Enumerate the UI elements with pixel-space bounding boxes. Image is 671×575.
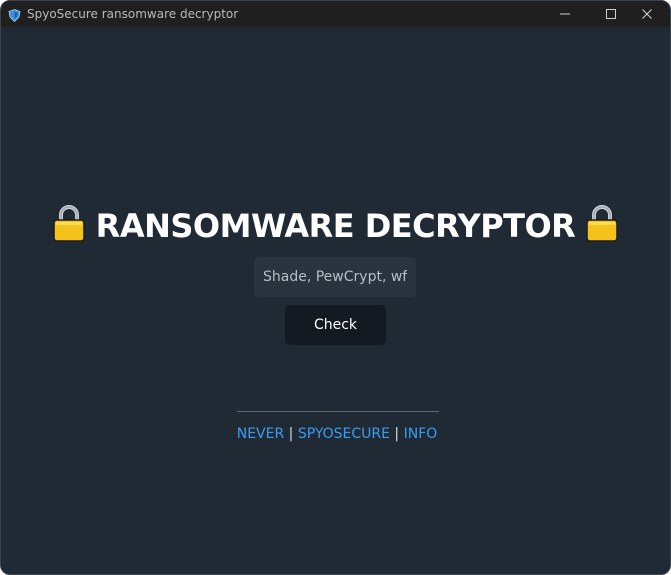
footer-divider (237, 411, 439, 412)
lock-icon (585, 203, 619, 243)
window-title: SpyoSecure ransomware decryptor (27, 7, 239, 21)
app-window: SpyoSecure ransomware decryptor RANSOMWA… (0, 0, 671, 575)
link-separator: | (394, 426, 400, 442)
close-button[interactable] (624, 1, 670, 27)
check-button[interactable]: Check (285, 305, 386, 345)
minimize-icon (560, 13, 570, 15)
app-shield-icon (8, 7, 21, 23)
link-info[interactable]: INFO (404, 426, 438, 442)
link-never[interactable]: NEVER (237, 426, 284, 442)
close-icon (642, 9, 652, 19)
minimize-button[interactable] (542, 1, 588, 27)
maximize-icon (606, 9, 616, 19)
link-separator: | (288, 426, 294, 442)
main-content: RANSOMWARE DECRYPTOR Check NEVER | SPYOS… (1, 27, 670, 574)
footer-links: NEVER | SPYOSECURE | INFO (187, 424, 487, 444)
lock-icon (52, 203, 86, 243)
title-bar[interactable]: SpyoSecure ransomware decryptor (1, 1, 670, 27)
ransomware-name-input[interactable] (254, 257, 416, 297)
page-heading: RANSOMWARE DECRYPTOR (1, 202, 670, 248)
link-spyosecure[interactable]: SPYOSECURE (298, 426, 390, 442)
heading-text: RANSOMWARE DECRYPTOR (95, 207, 576, 245)
